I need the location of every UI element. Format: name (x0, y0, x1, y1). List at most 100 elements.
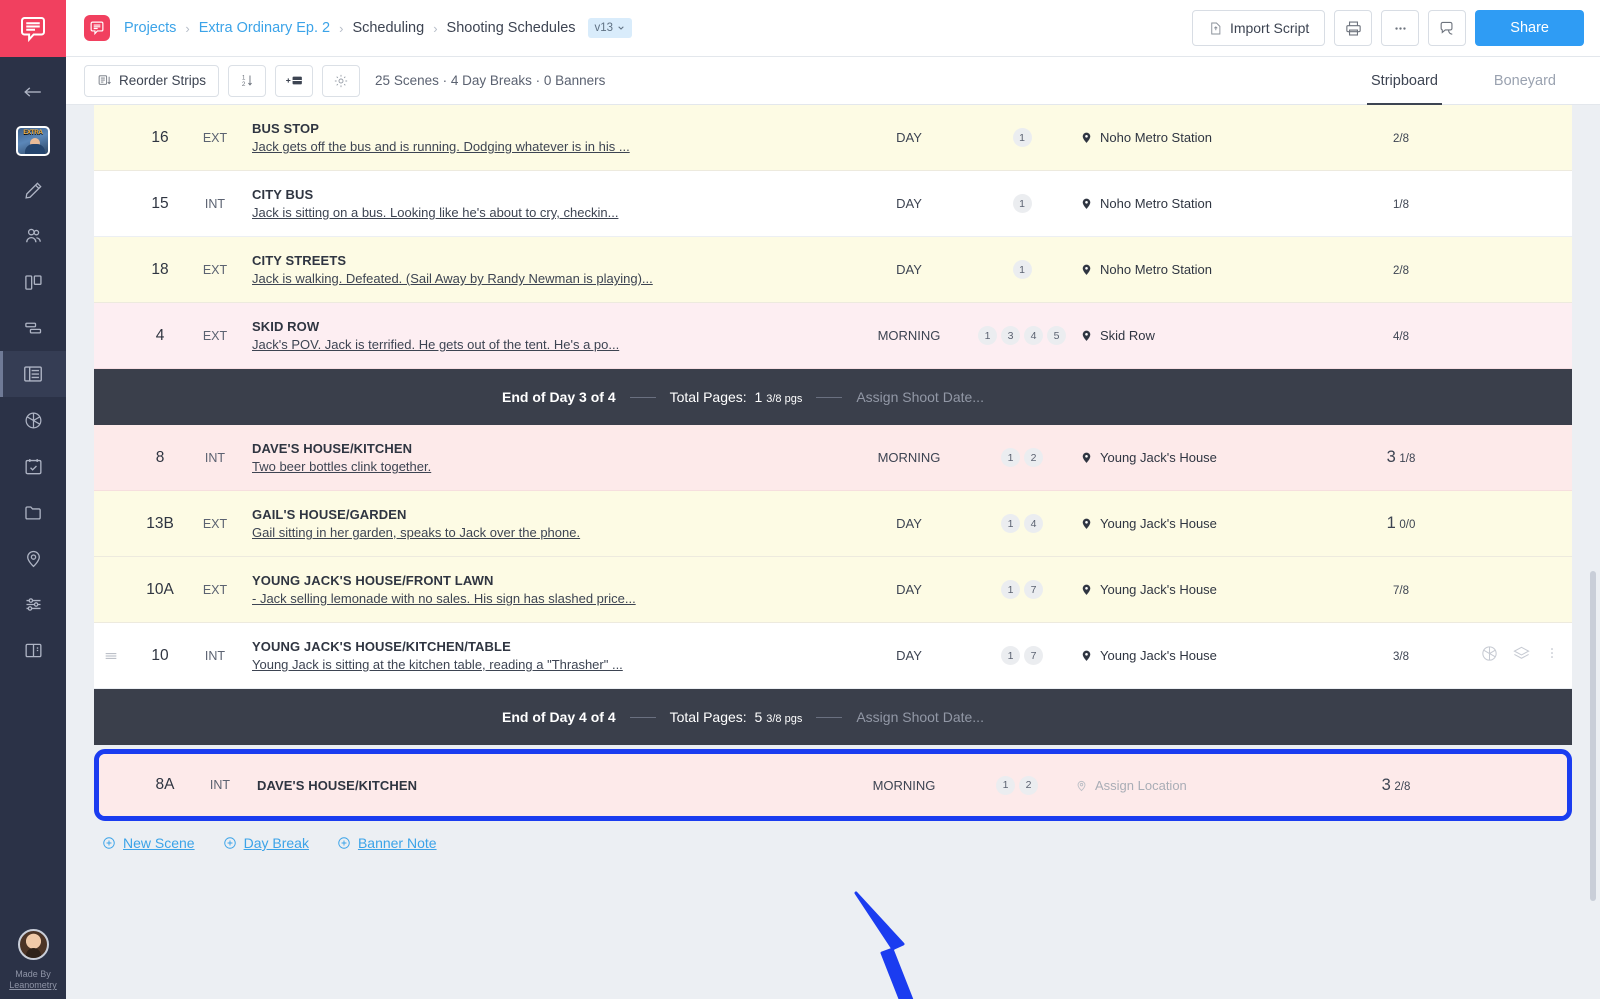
comments-button[interactable] (1428, 10, 1467, 46)
vertical-scrollbar[interactable] (1590, 571, 1596, 901)
import-script-label: Import Script (1229, 20, 1310, 36)
breadcrumb-item-projects[interactable]: Projects (124, 20, 176, 36)
version-badge[interactable]: v13 (587, 18, 633, 38)
cast-badge[interactable]: 1 (996, 775, 1015, 795)
strip-time-of-day: DAY (896, 196, 922, 211)
cast-badge[interactable]: 4 (1024, 326, 1043, 345)
cast-badge[interactable]: 5 (1047, 326, 1066, 345)
strip-location[interactable]: Noho Metro Station (1076, 196, 1326, 211)
board-settings-button[interactable] (322, 64, 361, 97)
sort-button[interactable]: 1 2 (228, 64, 267, 97)
sidebar-item-stripboard[interactable] (0, 351, 66, 397)
strip-time-of-day: DAY (896, 648, 922, 663)
tab-boneyard[interactable]: Boneyard (1466, 57, 1584, 105)
strip-row[interactable]: 16 EXT BUS STOP Jack gets off the bus and i… (94, 105, 1572, 171)
sidebar-item-script[interactable] (0, 167, 66, 213)
import-script-button[interactable]: Import Script (1191, 10, 1326, 46)
drag-handle[interactable] (94, 648, 128, 664)
layers-icon-button[interactable] (1512, 644, 1531, 668)
cast-badge[interactable]: 1 (1001, 646, 1020, 665)
sidebar-item-schedule[interactable] (0, 305, 66, 351)
cast-badge[interactable]: 1 (978, 326, 997, 345)
assign-shoot-date-field[interactable]: Assign Shoot Date... (856, 389, 984, 405)
add-strip-button[interactable] (275, 64, 314, 97)
strip-row[interactable]: 18 EXT CITY STREETS Jack is walking. Defeat… (94, 237, 1572, 303)
strip-page-count: 7/8 (1393, 585, 1409, 597)
folder-icon (24, 505, 41, 520)
selected-strip-wrapper[interactable]: 8A INT DAVE'S HOUSE/KITCHEN MORNING 1 2 Assign… (94, 749, 1572, 821)
divider (816, 396, 843, 398)
sidebar-item-files[interactable] (0, 489, 66, 535)
sidebar-item-reports[interactable] (0, 627, 66, 673)
strip-row[interactable]: 8 INT DAVE'S HOUSE/KITCHEN Two beer bottles… (94, 425, 1572, 491)
strip-row[interactable]: 13B EXT GAIL'S HOUSE/GARDEN Gail sitting in… (94, 491, 1572, 557)
strip-location[interactable]: Noho Metro Station (1076, 262, 1326, 277)
strip-cast-list: 1 (968, 194, 1076, 213)
avatar[interactable] (17, 929, 49, 960)
location-pin-icon (26, 550, 40, 567)
sidebar-item-breakdown[interactable] (0, 259, 66, 305)
location-pin-icon (1082, 264, 1091, 275)
strip-row[interactable]: 8A INT DAVE'S HOUSE/KITCHEN MORNING 1 2 Assign… (99, 754, 1567, 816)
strip-location-label: Skid Row (1100, 328, 1155, 343)
cast-badge[interactable]: 2 (1019, 775, 1038, 795)
cast-badge[interactable]: 1 (1001, 580, 1020, 599)
sidebar-item-shot-list[interactable] (0, 397, 66, 443)
strip-scene-number: 13B (146, 514, 174, 532)
cast-badge[interactable]: 4 (1024, 514, 1043, 533)
strip-location[interactable]: Young Jack's House (1076, 516, 1326, 531)
new-scene-link[interactable]: New Scene (102, 835, 195, 851)
cast-badge[interactable]: 1 (1012, 194, 1032, 213)
characters-icon (25, 228, 41, 242)
more-options-button[interactable] (1381, 10, 1420, 46)
banner-note-link[interactable]: Banner Note (337, 835, 437, 851)
share-button[interactable]: Share (1475, 10, 1584, 46)
assign-shoot-date-field[interactable]: Assign Shoot Date... (856, 709, 984, 725)
strip-description: CITY BUS Jack is sitting on a bus. Lookin… (238, 187, 850, 220)
tab-stripboard[interactable]: Stripboard (1343, 57, 1466, 105)
strip-description: SKID ROW Jack's POV. Jack is terrified. H… (238, 319, 850, 352)
sidebar-item-back[interactable] (0, 69, 66, 115)
strip-location[interactable]: Assign Location (1071, 778, 1321, 793)
cast-badge[interactable]: 7 (1024, 580, 1043, 599)
header-app-badge[interactable] (84, 15, 110, 41)
banner-note-label: Banner Note (357, 835, 437, 851)
cast-badge[interactable]: 1 (1012, 260, 1032, 279)
strip-location-label: Young Jack's House (1100, 648, 1217, 663)
strip-location[interactable]: Young Jack's House (1076, 582, 1326, 597)
sidebar-item-project[interactable]: EXTRA (0, 115, 66, 167)
cast-badge[interactable]: 1 (1001, 448, 1020, 467)
row-menu-button[interactable] (1544, 645, 1560, 666)
version-label: v13 (594, 22, 614, 34)
strip-row[interactable]: 15 INT CITY BUS Jack is sitting on a bus. L… (94, 171, 1572, 237)
strip-location[interactable]: Young Jack's House (1076, 450, 1326, 465)
day-break-bar[interactable]: End of Day 3 of 4 Total Pages: 1 3/8 pgs A… (94, 369, 1572, 425)
strip-row[interactable]: 4 EXT SKID ROW Jack's POV. Jack is terrifie… (94, 303, 1572, 369)
app-logo[interactable] (0, 0, 66, 57)
strip-location[interactable]: Young Jack's House (1076, 648, 1326, 663)
strip-page-count: 2/8 (1393, 133, 1409, 145)
strip-location[interactable]: Skid Row (1076, 328, 1326, 343)
strip-row[interactable]: 10A EXT YOUNG JACK'S HOUSE/FRONT LAWN - Jac… (94, 557, 1572, 623)
location-pin-icon (1082, 330, 1091, 341)
breadcrumb-item-project[interactable]: Extra Ordinary Ep. 2 (199, 20, 330, 36)
strip-location[interactable]: Noho Metro Station (1076, 130, 1326, 145)
cast-badge[interactable]: 2 (1024, 448, 1043, 467)
breadcrumb-item-scheduling[interactable]: Scheduling (352, 20, 424, 36)
cast-badge[interactable]: 3 (1001, 326, 1020, 345)
sidebar-item-characters[interactable] (0, 213, 66, 259)
cast-badge[interactable]: 1 (1001, 514, 1020, 533)
reorder-strips-button[interactable]: Reorder Strips (84, 64, 220, 97)
sidebar-item-calendar[interactable] (0, 443, 66, 489)
sidebar-item-locations[interactable] (0, 535, 66, 581)
cast-badge[interactable]: 1 (1012, 128, 1032, 147)
breadcrumb-item-shooting-schedules[interactable]: Shooting Schedules (447, 20, 576, 36)
day-break-link[interactable]: Day Break (223, 835, 309, 851)
day-break-bar[interactable]: End of Day 4 of 4 Total Pages: 5 3/8 pgs A… (94, 689, 1572, 745)
strip-row[interactable]: 10 INT YOUNG JACK'S HOUSE/KITCHEN/TABLE You… (94, 623, 1572, 689)
cast-badge[interactable]: 7 (1024, 646, 1043, 665)
print-button[interactable] (1334, 10, 1373, 46)
sidebar-item-settings[interactable] (0, 581, 66, 627)
shot-list-icon-button[interactable] (1480, 644, 1499, 668)
strip-scene-number: 15 (151, 194, 169, 212)
